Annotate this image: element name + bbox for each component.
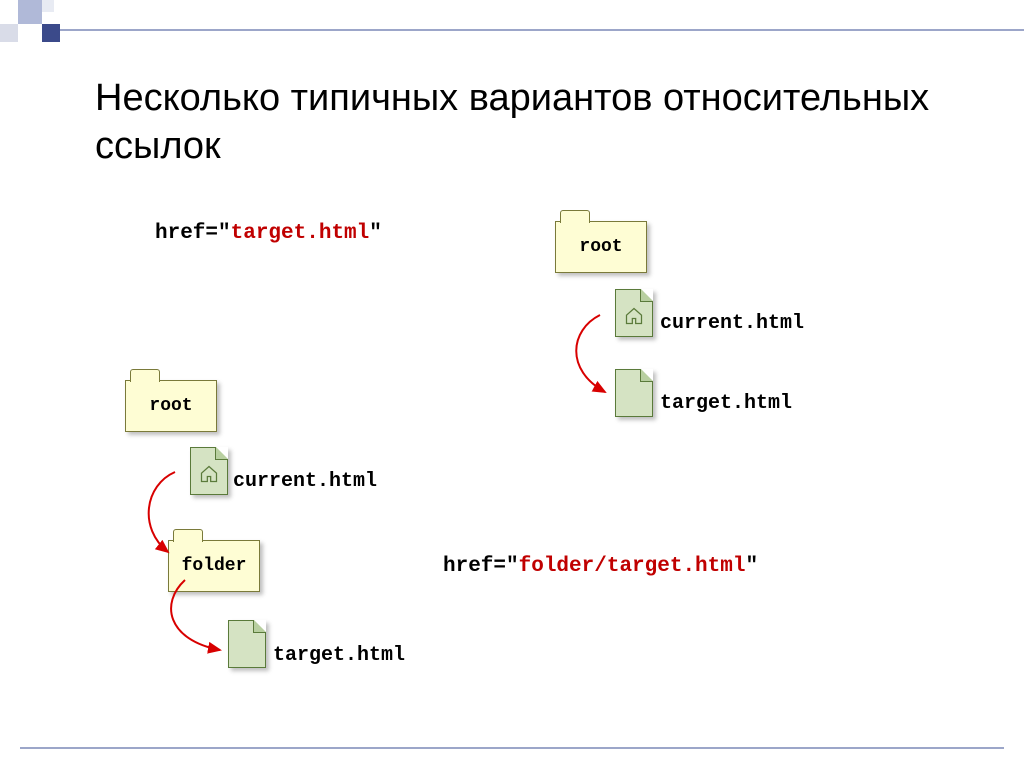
file-current-ex2 (190, 447, 228, 495)
href-suffix: " (745, 555, 758, 578)
folder-label: root (579, 237, 622, 257)
page-title: Несколько типичных вариантов относительн… (95, 75, 964, 170)
folder-label: root (149, 396, 192, 416)
file-label-current-ex2: current.html (233, 470, 377, 493)
href-value: folder/target.html (519, 555, 746, 578)
frame-bottom-line (20, 747, 1004, 749)
href-prefix: href=" (155, 222, 231, 245)
href-value: target.html (231, 222, 370, 245)
href-example-1: href="target.html" (155, 222, 382, 245)
folder-label: folder (182, 556, 247, 576)
folder-root-ex1: root (555, 221, 647, 273)
file-label-current-ex1: current.html (660, 312, 804, 335)
href-prefix: href=" (443, 555, 519, 578)
home-icon (199, 464, 219, 484)
file-current-ex1 (615, 289, 653, 337)
href-example-2: href="folder/target.html" (443, 555, 758, 578)
file-target-ex2 (228, 620, 266, 668)
home-icon (624, 306, 644, 326)
corner-decoration (0, 0, 70, 55)
frame-top-line (60, 29, 1024, 31)
folder-sub-ex2: folder (168, 540, 260, 592)
href-suffix: " (369, 222, 382, 245)
file-label-target-ex1: target.html (660, 392, 792, 415)
folder-root-ex2: root (125, 380, 217, 432)
file-label-target-ex2: target.html (273, 644, 405, 667)
file-target-ex1 (615, 369, 653, 417)
